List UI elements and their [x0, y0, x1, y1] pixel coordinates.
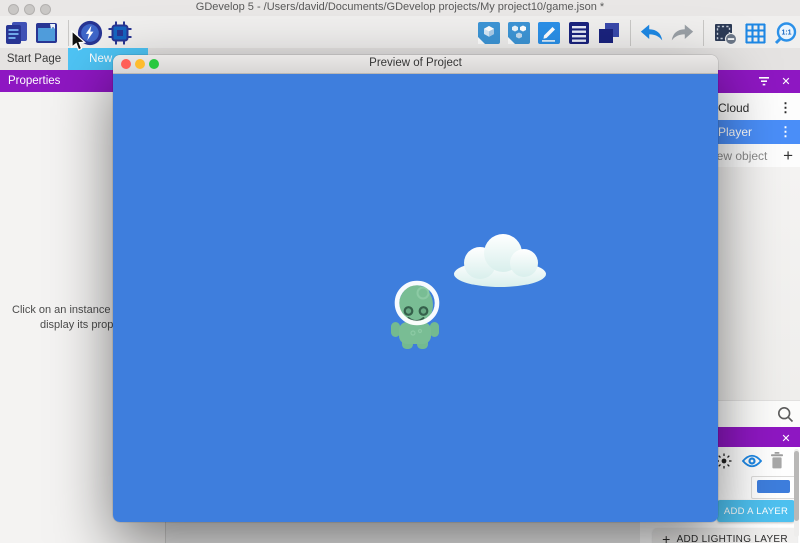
- layer-effects-icon[interactable]: [716, 453, 732, 474]
- svg-text:1:1: 1:1: [781, 29, 791, 36]
- gdevelop-window: GDevelop 5 - /Users/david/Documents/GDev…: [0, 0, 800, 543]
- toolbar-separator: [630, 20, 631, 46]
- layers-scrollbar[interactable]: [794, 449, 799, 537]
- add-icon: +: [662, 531, 670, 543]
- main-titlebar: GDevelop 5 - /Users/david/Documents/GDev…: [0, 0, 800, 16]
- add-icon[interactable]: +: [783, 146, 793, 166]
- undo-button[interactable]: [639, 20, 665, 46]
- mask-toggle-icon[interactable]: [712, 20, 738, 46]
- add-lighting-layer-button[interactable]: + ADD LIGHTING LAYER: [653, 528, 797, 543]
- layer-delete-icon[interactable]: [770, 452, 784, 474]
- preview-game-canvas: [113, 74, 718, 522]
- tab-start-page[interactable]: Start Page: [0, 48, 68, 70]
- close-icon[interactable]: ✕: [778, 73, 794, 89]
- object-menu-icon[interactable]: ⋮: [779, 96, 792, 120]
- start-page-icon[interactable]: [34, 20, 60, 46]
- redo-button[interactable]: [669, 20, 695, 46]
- preview-window: Preview of Project: [113, 55, 718, 522]
- instances-list-icon[interactable]: [566, 20, 592, 46]
- grid-icon[interactable]: [742, 20, 768, 46]
- main-toolbar: 1:1: [0, 16, 800, 48]
- mouse-cursor-icon: [70, 30, 86, 57]
- add-layer-label: ADD A LAYER: [724, 506, 788, 517]
- cloud-sprite: [453, 230, 548, 293]
- toolbar-separator: [703, 20, 704, 46]
- preview-titlebar[interactable]: Preview of Project: [113, 55, 718, 74]
- object-groups-icon[interactable]: [506, 20, 532, 46]
- preview-title: Preview of Project: [113, 57, 718, 69]
- add-layer-button[interactable]: ADD A LAYER: [717, 500, 795, 522]
- search-icon[interactable]: [777, 406, 794, 428]
- objects-editor-icon[interactable]: [476, 20, 502, 46]
- layer-visibility-icon[interactable]: [742, 454, 762, 473]
- properties-panel-title: Properties: [8, 75, 60, 87]
- edit-scene-icon[interactable]: [536, 20, 562, 46]
- filter-icon[interactable]: [758, 77, 770, 90]
- layer-color-field[interactable]: [751, 476, 797, 499]
- layers-icon[interactable]: [596, 20, 622, 46]
- debug-icon[interactable]: [107, 20, 133, 46]
- object-menu-icon[interactable]: ⋮: [779, 120, 792, 144]
- layer-color-swatch[interactable]: [757, 480, 790, 493]
- add-lighting-layer-label: ADD LIGHTING LAYER: [677, 534, 788, 543]
- window-title: GDevelop 5 - /Users/david/Documents/GDev…: [0, 1, 800, 13]
- project-manager-icon[interactable]: [4, 20, 30, 46]
- tab-label: Start Page: [7, 53, 61, 65]
- close-icon[interactable]: ✕: [778, 430, 794, 446]
- player-sprite: [390, 280, 440, 355]
- toolbar-separator: [68, 20, 69, 46]
- scrollbar-thumb[interactable]: [794, 451, 799, 521]
- zoom-1-1-icon[interactable]: 1:1: [772, 20, 798, 46]
